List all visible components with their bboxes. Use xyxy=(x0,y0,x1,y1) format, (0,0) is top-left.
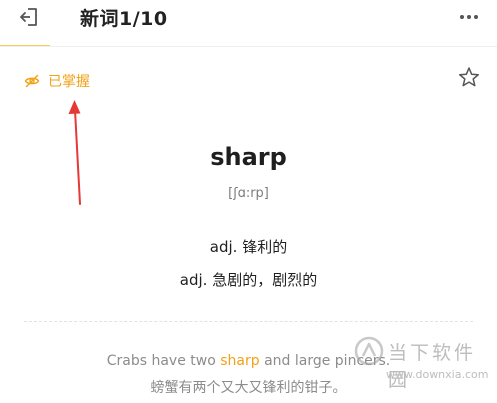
watermark-text: 当下软件园 xyxy=(388,342,477,391)
section-divider xyxy=(24,321,473,322)
definition-line: adj. 锋利的 xyxy=(209,238,288,256)
exit-icon[interactable] xyxy=(18,6,40,28)
phonetic-text[interactable]: [ʃɑ:rp] xyxy=(0,186,497,201)
example-en-before: Crabs have two xyxy=(106,353,221,369)
page-title: 新词1/10 xyxy=(80,8,168,30)
header-divider xyxy=(0,46,497,47)
word-text: sharp xyxy=(210,143,287,171)
mastered-toggle[interactable]: 已掌握 xyxy=(24,70,90,92)
example-highlight-word: sharp xyxy=(220,353,260,369)
more-icon[interactable] xyxy=(458,6,480,28)
definition-line: adj. 急剧的，剧烈的 xyxy=(179,271,318,289)
word-card-screen: 新词1/10 已掌握 sharp [ʃɑ:rp] adj. 锋利的 adj. 急… xyxy=(0,0,497,403)
eye-off-icon xyxy=(24,74,40,88)
watermark-logo-icon xyxy=(354,336,384,366)
mastered-label: 已掌握 xyxy=(48,74,90,90)
watermark-url: www.downxia.com xyxy=(386,368,489,381)
top-bar: 新词1/10 xyxy=(0,0,497,47)
star-outline-icon[interactable] xyxy=(458,66,480,88)
